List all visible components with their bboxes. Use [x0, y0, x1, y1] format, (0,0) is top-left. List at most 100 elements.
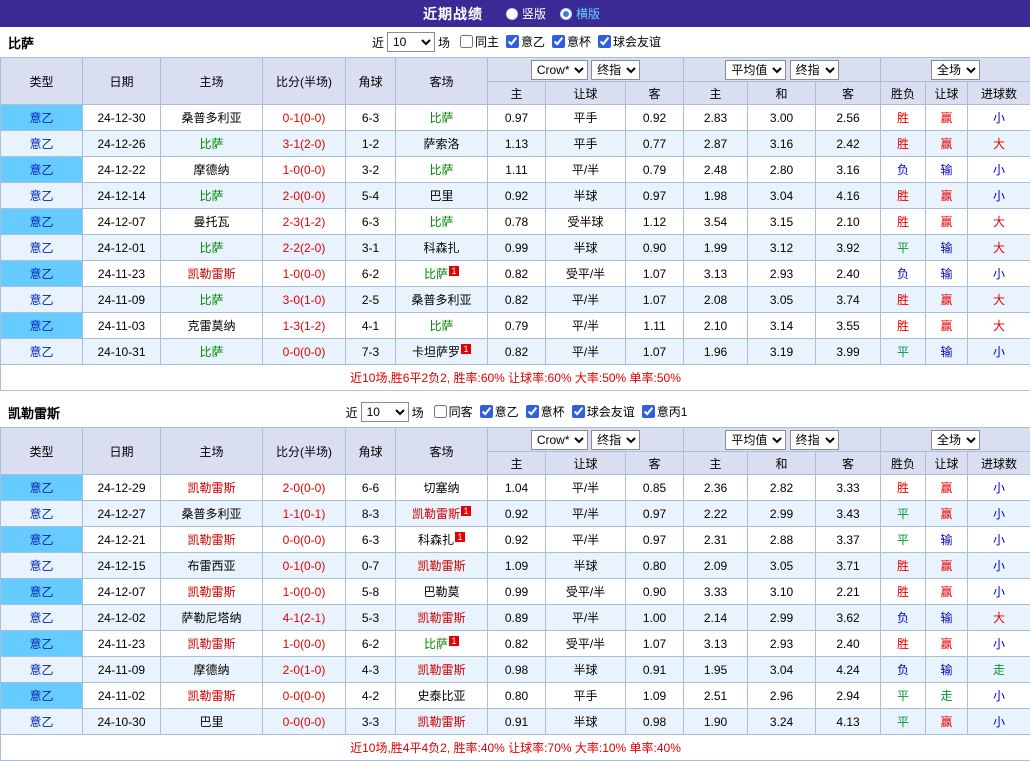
goals-result-cell: 大 — [968, 209, 1030, 235]
filter-checkbox[interactable] — [598, 35, 611, 48]
recent-count-select[interactable]: 10 — [361, 402, 409, 422]
avg-away-cell: 3.16 — [816, 157, 881, 183]
scope-select[interactable]: 全场 — [931, 60, 980, 80]
avg-home-cell: 1.95 — [684, 657, 748, 683]
average-select[interactable]: 平均值 — [725, 430, 786, 450]
handicap-cell: 受平/半 — [546, 631, 626, 657]
team-name: 曼托瓦 — [193, 215, 229, 229]
radio-horizontal-icon[interactable] — [560, 8, 572, 20]
col-goals-result: 进球数 — [968, 82, 1030, 105]
team-name: 科森扎 — [423, 241, 459, 255]
filter-option[interactable]: 球会友谊 — [598, 33, 661, 50]
score-cell: 2-3(1-2) — [263, 209, 346, 235]
corners-cell: 4-2 — [346, 683, 396, 709]
col-odds-home: 主 — [488, 82, 546, 105]
filter-checkbox[interactable] — [552, 35, 565, 48]
odds-stage-select[interactable]: 终指 — [591, 60, 640, 80]
result-cell: 胜 — [881, 183, 926, 209]
league-cell: 意乙 — [1, 605, 83, 631]
average-select[interactable]: 平均值 — [725, 60, 786, 80]
team-name: 摩德纳 — [193, 163, 229, 177]
radio-vertical-icon[interactable] — [506, 8, 518, 20]
filter-checkbox[interactable] — [434, 405, 447, 418]
recent-count-select[interactable]: 10 — [387, 32, 435, 52]
filter-checkbox[interactable] — [642, 405, 655, 418]
col-home: 主场 — [161, 58, 263, 105]
section-header: 比萨 近 10 场 同主意乙意杯球会友谊 — [0, 27, 1030, 57]
filter-option[interactable]: 同主 — [460, 33, 499, 50]
filter-option[interactable]: 意丙1 — [642, 403, 688, 420]
avg-draw-cell: 3.04 — [748, 183, 816, 209]
score-cell: 0-1(0-0) — [263, 105, 346, 131]
odds-home-cell: 0.92 — [488, 501, 546, 527]
layout-option-vertical[interactable]: 竖版 — [506, 5, 546, 22]
scope-select[interactable]: 全场 — [931, 430, 980, 450]
away-team-cell: 巴勒莫 — [396, 579, 488, 605]
odds-home-cell: 0.78 — [488, 209, 546, 235]
team-name: 比萨 — [199, 345, 223, 359]
away-team-cell: 凯勒雷斯 — [396, 553, 488, 579]
date-cell: 24-12-26 — [83, 131, 161, 157]
filter-checkbox-group: 同主意乙意杯球会友谊 — [453, 33, 661, 51]
league-cell: 意乙 — [1, 553, 83, 579]
avg-away-cell: 4.24 — [816, 657, 881, 683]
team-name: 比萨 — [424, 637, 448, 651]
filter-option[interactable]: 同客 — [434, 403, 473, 420]
score-cell: 1-0(0-0) — [263, 157, 346, 183]
result-cell: 平 — [881, 235, 926, 261]
filter-option[interactable]: 意乙 — [480, 403, 519, 420]
handicap-result-cell: 输 — [926, 339, 968, 365]
odds-stage-select[interactable]: 终指 — [591, 430, 640, 450]
team-name: 萨勒尼塔纳 — [181, 611, 241, 625]
handicap-cell: 半球 — [546, 657, 626, 683]
avg-home-cell: 3.13 — [684, 631, 748, 657]
away-team-cell: 巴里 — [396, 183, 488, 209]
home-team-cell: 摩德纳 — [161, 157, 263, 183]
filter-checkbox[interactable] — [526, 405, 539, 418]
avg-away-cell: 2.94 — [816, 683, 881, 709]
goals-result-cell: 小 — [968, 183, 1030, 209]
layout-option-horizontal[interactable]: 横版 — [560, 5, 600, 22]
filter-checkbox[interactable] — [460, 35, 473, 48]
odds-home-cell: 0.82 — [488, 339, 546, 365]
league-cell: 意乙 — [1, 287, 83, 313]
col-handicap: 让球 — [546, 82, 626, 105]
score-cell: 1-0(0-0) — [263, 261, 346, 287]
league-cell: 意乙 — [1, 313, 83, 339]
match-row: 意乙24-12-01比萨2-2(2-0)3-1科森扎0.99半球0.901.99… — [1, 235, 1030, 261]
away-team-cell: 史泰比亚 — [396, 683, 488, 709]
match-row: 意乙24-12-07曼托瓦2-3(1-2)6-3比萨0.78受半球1.123.5… — [1, 209, 1030, 235]
handicap-result-cell: 赢 — [926, 313, 968, 339]
team-name: 科森扎 — [418, 533, 454, 547]
avg-draw-cell: 3.05 — [748, 553, 816, 579]
team-name: 比萨 — [429, 111, 453, 125]
filter-option[interactable]: 意杯 — [552, 33, 591, 50]
handicap-result-cell: 赢 — [926, 553, 968, 579]
col-handicap: 让球 — [546, 452, 626, 475]
league-cell: 意乙 — [1, 157, 83, 183]
average-stage-select[interactable]: 终指 — [790, 430, 839, 450]
bookmaker-select[interactable]: Crow* — [531, 60, 588, 80]
handicap-result-cell: 赢 — [926, 131, 968, 157]
league-cell: 意乙 — [1, 183, 83, 209]
filter-option[interactable]: 意乙 — [506, 33, 545, 50]
filter-checkbox[interactable] — [480, 405, 493, 418]
filter-checkbox[interactable] — [572, 405, 585, 418]
filter-checkbox[interactable] — [506, 35, 519, 48]
match-row: 意乙24-12-26比萨3-1(2-0)1-2萨索洛1.13平手0.772.87… — [1, 131, 1030, 157]
match-row: 意乙24-11-03克雷莫纳1-3(1-2)4-1比萨0.79平/半1.112.… — [1, 313, 1030, 339]
average-stage-select[interactable]: 终指 — [790, 60, 839, 80]
matches-body: 意乙24-12-29凯勒雷斯2-0(0-0)6-6切塞纳1.04平/半0.852… — [1, 475, 1030, 735]
filter-option[interactable]: 意杯 — [526, 403, 565, 420]
team-name: 凯勒雷斯 — [187, 689, 235, 703]
score-cell: 1-0(0-0) — [263, 631, 346, 657]
date-cell: 24-11-03 — [83, 313, 161, 339]
average-group-header: 平均值 终指 — [684, 428, 881, 452]
matches-table: 类型 日期 主场 比分(半场) 角球 客场 Crow* 终指 平均值 终指 全场 — [0, 57, 1030, 391]
avg-home-cell: 3.54 — [684, 209, 748, 235]
section-team-name: 比萨 — [8, 33, 34, 52]
bookmaker-select[interactable]: Crow* — [531, 430, 588, 450]
filter-option[interactable]: 球会友谊 — [572, 403, 635, 420]
avg-away-cell: 3.43 — [816, 501, 881, 527]
team-name: 桑普多利亚 — [411, 293, 471, 307]
